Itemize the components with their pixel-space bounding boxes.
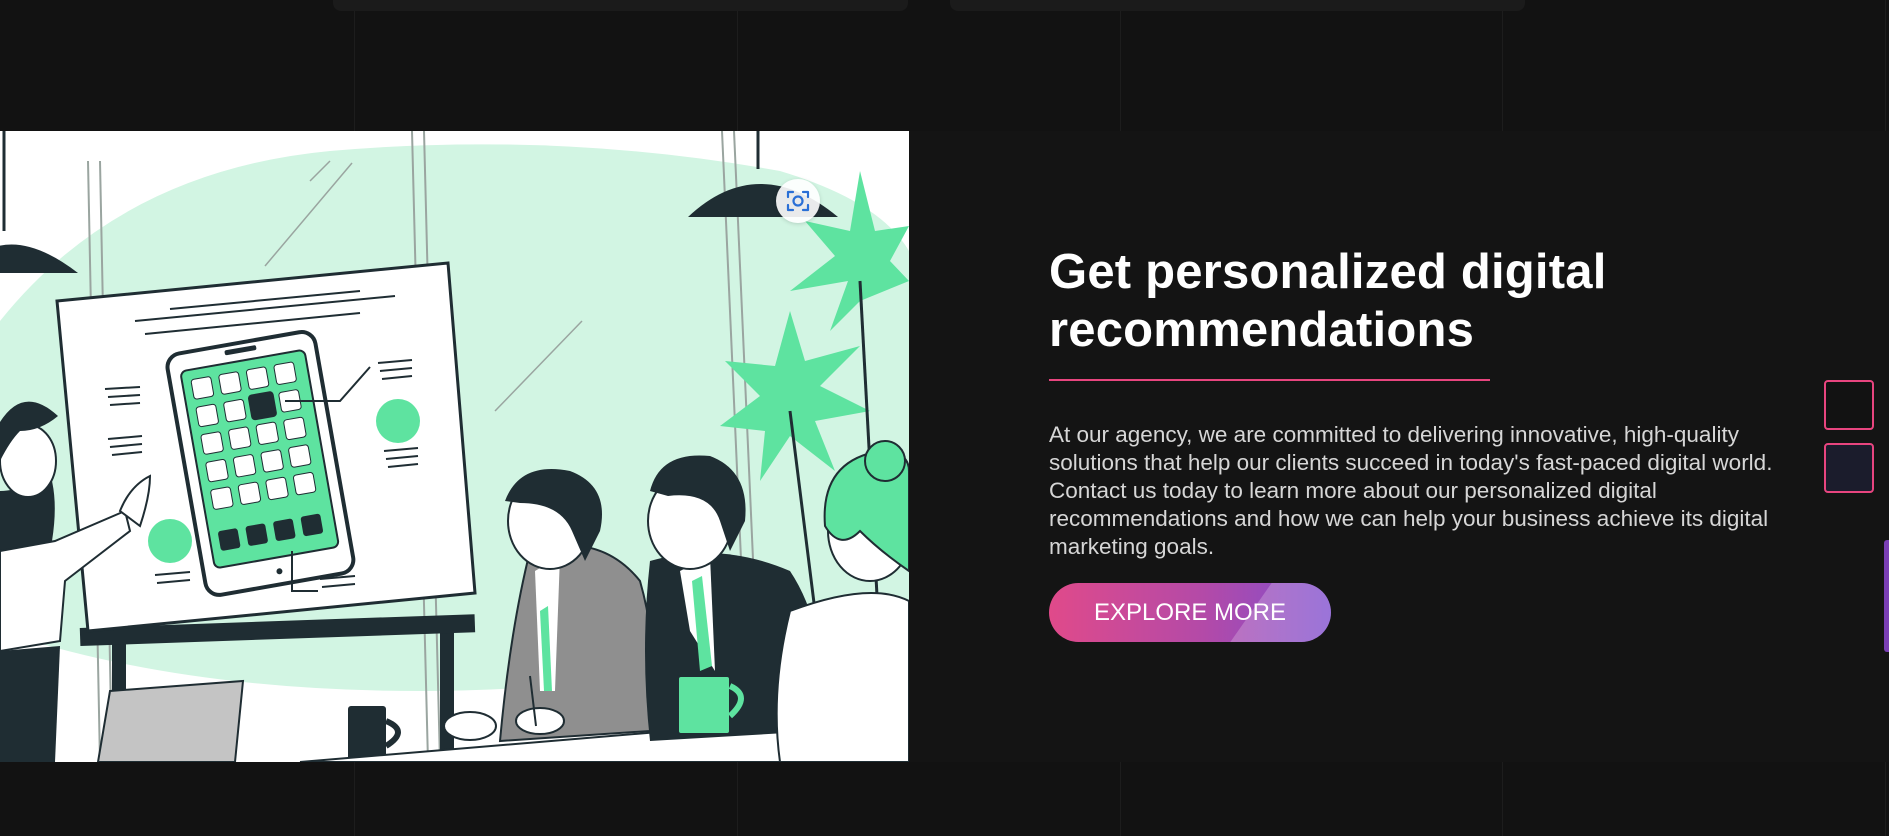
hero-section: Get personalized digital recommendations… [0,131,1889,762]
visual-search-button[interactable] [776,179,820,223]
top-card-right [950,0,1525,11]
hero-description: At our agency, we are committed to deliv… [1049,422,1773,559]
title-divider [1049,379,1490,381]
hero-content: Get personalized digital recommendations… [1049,243,1789,642]
top-card-left [333,0,908,11]
explore-more-button[interactable]: EXPLORE MORE [1049,583,1331,642]
side-widget-box[interactable] [1824,443,1874,493]
hero-title-line1: Get personalized digital [1049,245,1607,299]
hero-title-line2: recommendations [1049,303,1475,357]
edge-tab[interactable] [1884,540,1889,652]
hero-title: Get personalized digital recommendations [1049,243,1789,359]
hero-illustration [0,131,909,762]
meeting-illustration [0,131,909,762]
visual-search-icon [786,190,810,212]
side-widget-box[interactable] [1824,380,1874,430]
explore-more-label: EXPLORE MORE [1093,598,1287,626]
